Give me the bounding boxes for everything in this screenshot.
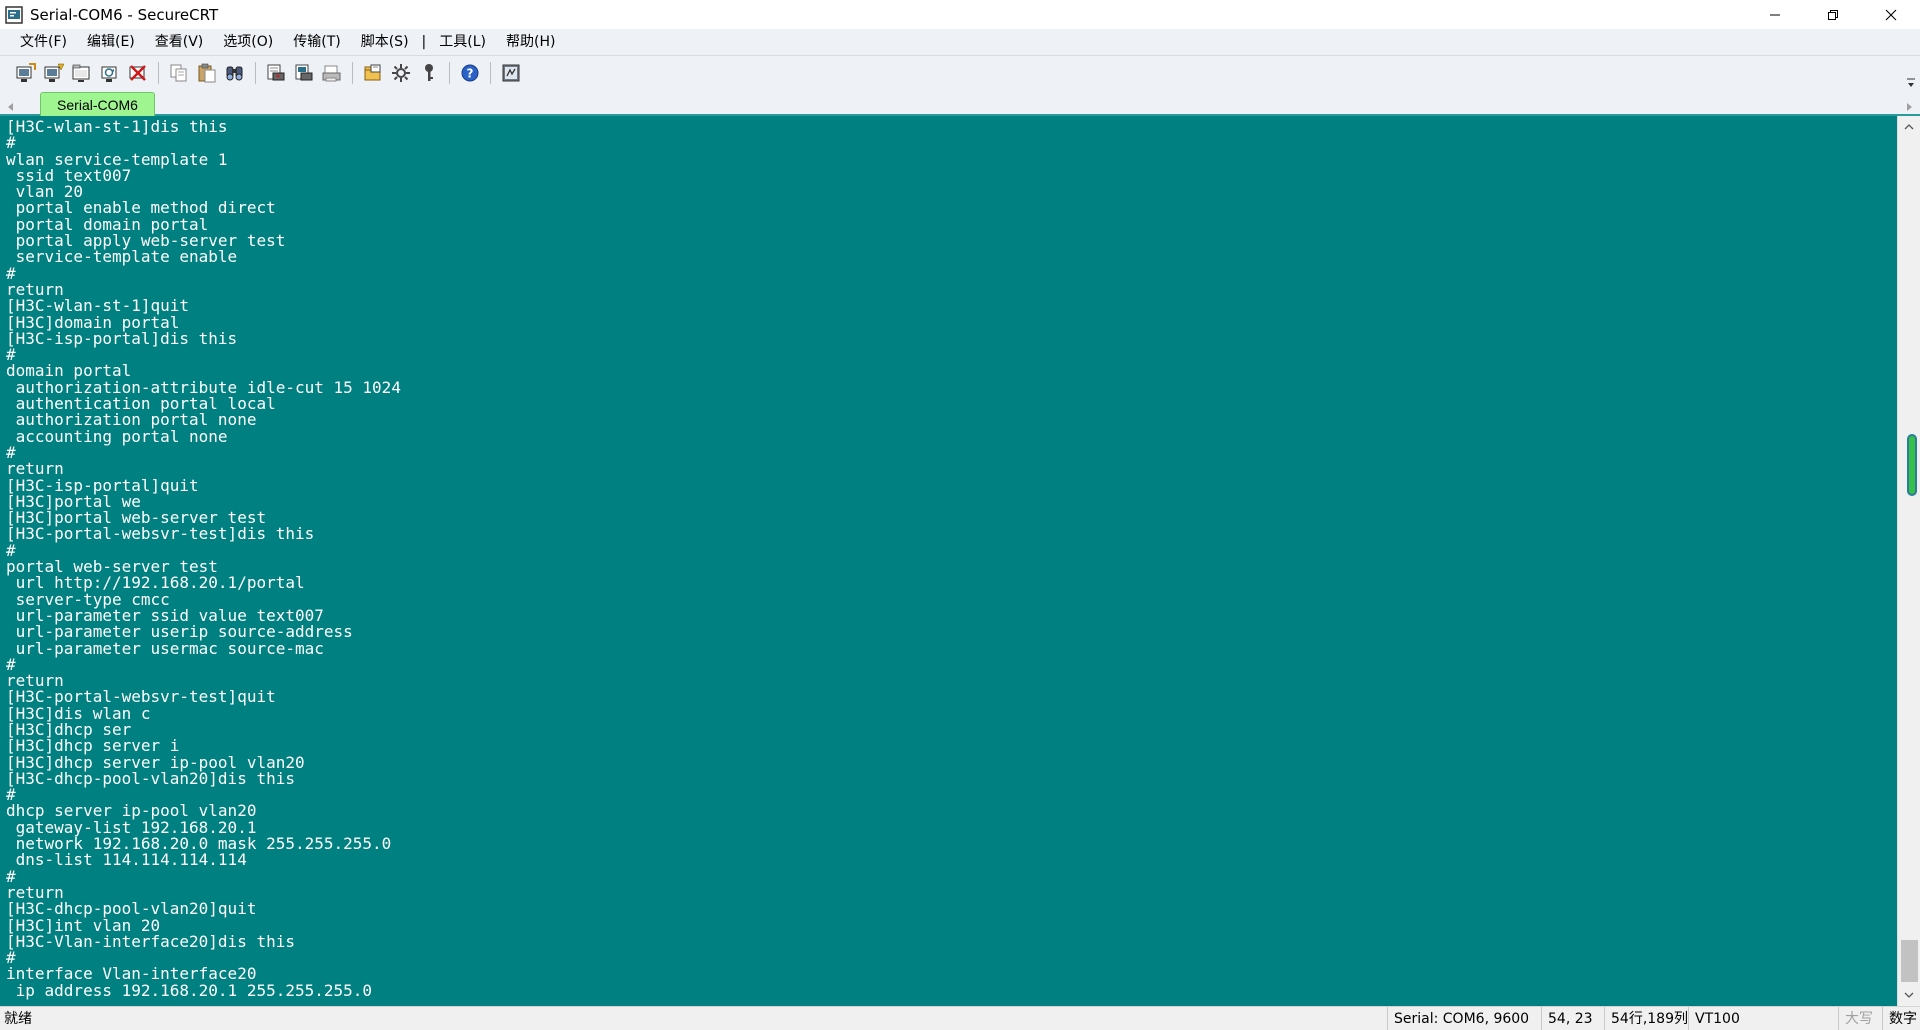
tab-label: Serial-COM6 — [57, 96, 138, 113]
menu-bar: 文件(F) 编辑(E) 查看(V) 选项(O) 传输(T) 脚本(S) | 工具… — [0, 29, 1920, 56]
paste-button[interactable] — [195, 61, 219, 85]
menu-tools[interactable]: 工具(L) — [429, 29, 496, 56]
menu-help[interactable]: 帮助(H) — [496, 29, 565, 56]
print-setup-icon — [322, 65, 341, 81]
status-caps-lock: 大写 — [1838, 1007, 1882, 1030]
terminal-line: ip address 192.168.20.1 255.255.255.0 — [6, 980, 373, 1000]
toolbar: ? — [0, 56, 1920, 89]
terminal-line: # — [6, 866, 16, 886]
status-bar: 就绪 Serial: COM6, 9600 54, 23 54行,189列 VT… — [0, 1006, 1920, 1030]
status-ready: 就绪 — [4, 1011, 32, 1027]
status-terminal-type: VT100 — [1688, 1007, 1838, 1030]
minimize-icon — [1770, 14, 1780, 15]
disconnect-icon — [129, 64, 146, 81]
terminal-line: [H3C-dhcp-pool-vlan20]dis this — [6, 768, 295, 788]
terminal-area[interactable]: [H3C-wlan-st-1]dis this # wlan service-tem… — [0, 116, 1897, 1006]
print-selection-icon — [295, 64, 313, 80]
disconnect-button[interactable] — [126, 61, 150, 85]
restore-button[interactable] — [1804, 0, 1862, 29]
close-icon — [1885, 9, 1897, 20]
toolbar-overflow-icon[interactable] — [1906, 74, 1916, 87]
connect-button[interactable] — [14, 61, 38, 85]
status-serial-port: Serial: COM6, 9600 — [1387, 1007, 1541, 1030]
terminal-line: [H3C-portal-websvr-test]dis this — [6, 524, 315, 544]
menu-edit[interactable]: 编辑(E) — [77, 29, 145, 56]
sftp-icon — [502, 64, 520, 81]
global-options-icon — [392, 63, 410, 82]
paste-icon — [198, 63, 216, 82]
terminal-line: accounting portal none — [6, 426, 228, 446]
terminal-line: [H3C-wlan-st-1]dis this — [6, 117, 228, 136]
terminal-line: [H3C-isp-portal]dis this — [6, 328, 238, 348]
securecrt-window: Serial-COM6 - SecureCRT 文件(F) 编辑(E) 查看(V… — [0, 0, 1920, 1030]
find-icon — [226, 66, 243, 80]
menu-view[interactable]: 查看(V) — [145, 29, 214, 56]
toolbar-separator — [158, 61, 159, 84]
print-button[interactable] — [264, 61, 288, 85]
vertical-scrollbar[interactable] — [1897, 116, 1920, 1006]
global-options-button[interactable] — [389, 61, 413, 85]
terminal-line: url-parameter usermac source-mac — [6, 638, 324, 658]
print-selection-button[interactable] — [292, 61, 316, 85]
copy-icon — [170, 64, 187, 81]
menu-separator: | — [421, 34, 427, 50]
scroll-down-button[interactable] — [1898, 984, 1920, 1006]
toolbar-separator — [490, 61, 491, 84]
svg-text:?: ? — [467, 66, 474, 80]
toolbar-separator — [352, 61, 353, 84]
copy-button[interactable] — [167, 61, 191, 85]
status-cursor-position: 54, 23 — [1541, 1007, 1604, 1030]
window-controls — [1746, 0, 1920, 29]
help-icon: ? — [461, 64, 479, 81]
menu-options[interactable]: 选项(O) — [213, 29, 283, 56]
connect-in-tab-button[interactable] — [70, 61, 94, 85]
restore-icon — [1828, 9, 1838, 20]
connect-icon — [16, 62, 36, 82]
title-bar[interactable]: Serial-COM6 - SecureCRT — [0, 0, 1920, 29]
chevron-up-icon — [1904, 124, 1914, 130]
terminal-line: [H3C-Vlan-interface20]dis this — [6, 931, 295, 951]
toolbar-separator — [449, 61, 450, 84]
tab-strip: Serial-COM6 — [0, 89, 1920, 116]
close-button[interactable] — [1862, 0, 1920, 29]
terminal-line: # — [6, 442, 16, 462]
terminal-line: # — [6, 263, 16, 283]
keymap-icon — [425, 63, 433, 81]
quick-connect-icon — [44, 63, 65, 82]
status-rows-columns: 54行,189列 — [1604, 1007, 1688, 1030]
terminal-line: # — [6, 654, 16, 674]
tab-scroll-right-icon[interactable] — [1904, 97, 1914, 111]
find-button[interactable] — [223, 61, 247, 85]
reconnect-icon — [101, 66, 117, 82]
reconnect-button[interactable] — [98, 61, 122, 85]
chevron-down-icon — [1904, 992, 1914, 998]
menu-script[interactable]: 脚本(S) — [351, 29, 419, 56]
session-options-button[interactable] — [361, 61, 385, 85]
minimize-button[interactable] — [1746, 0, 1804, 29]
tab-scroll-left-icon[interactable] — [6, 97, 16, 111]
print-icon — [267, 64, 285, 80]
window-title: Serial-COM6 - SecureCRT — [30, 5, 219, 24]
help-button[interactable]: ? — [458, 61, 482, 85]
tab-serial-com6[interactable]: Serial-COM6 — [40, 92, 155, 116]
scroll-up-button[interactable] — [1898, 116, 1920, 138]
print-setup-button[interactable] — [320, 61, 344, 85]
sftp-button[interactable] — [499, 61, 523, 85]
terminal-line: dns-list 114.114.114.114 — [6, 850, 247, 870]
keymap-button[interactable] — [417, 61, 441, 85]
menu-transfer[interactable]: 传输(T) — [283, 29, 350, 56]
scrollbar-position-marker — [1907, 434, 1917, 496]
terminal-line: service-template enable — [6, 247, 238, 267]
toolbar-separator — [255, 61, 256, 84]
scrollbar-thumb[interactable] — [1901, 940, 1918, 982]
status-num-lock: 数字 — [1882, 1007, 1920, 1030]
connect-tab-icon — [72, 64, 90, 82]
securecrt-app-icon[interactable] — [4, 5, 24, 25]
menu-file[interactable]: 文件(F) — [0, 29, 77, 56]
session-options-icon — [364, 64, 381, 80]
terminal-output: [H3C-wlan-st-1]dis this # wlan service-tem… — [6, 117, 401, 1000]
quick-connect-button[interactable] — [42, 61, 66, 85]
